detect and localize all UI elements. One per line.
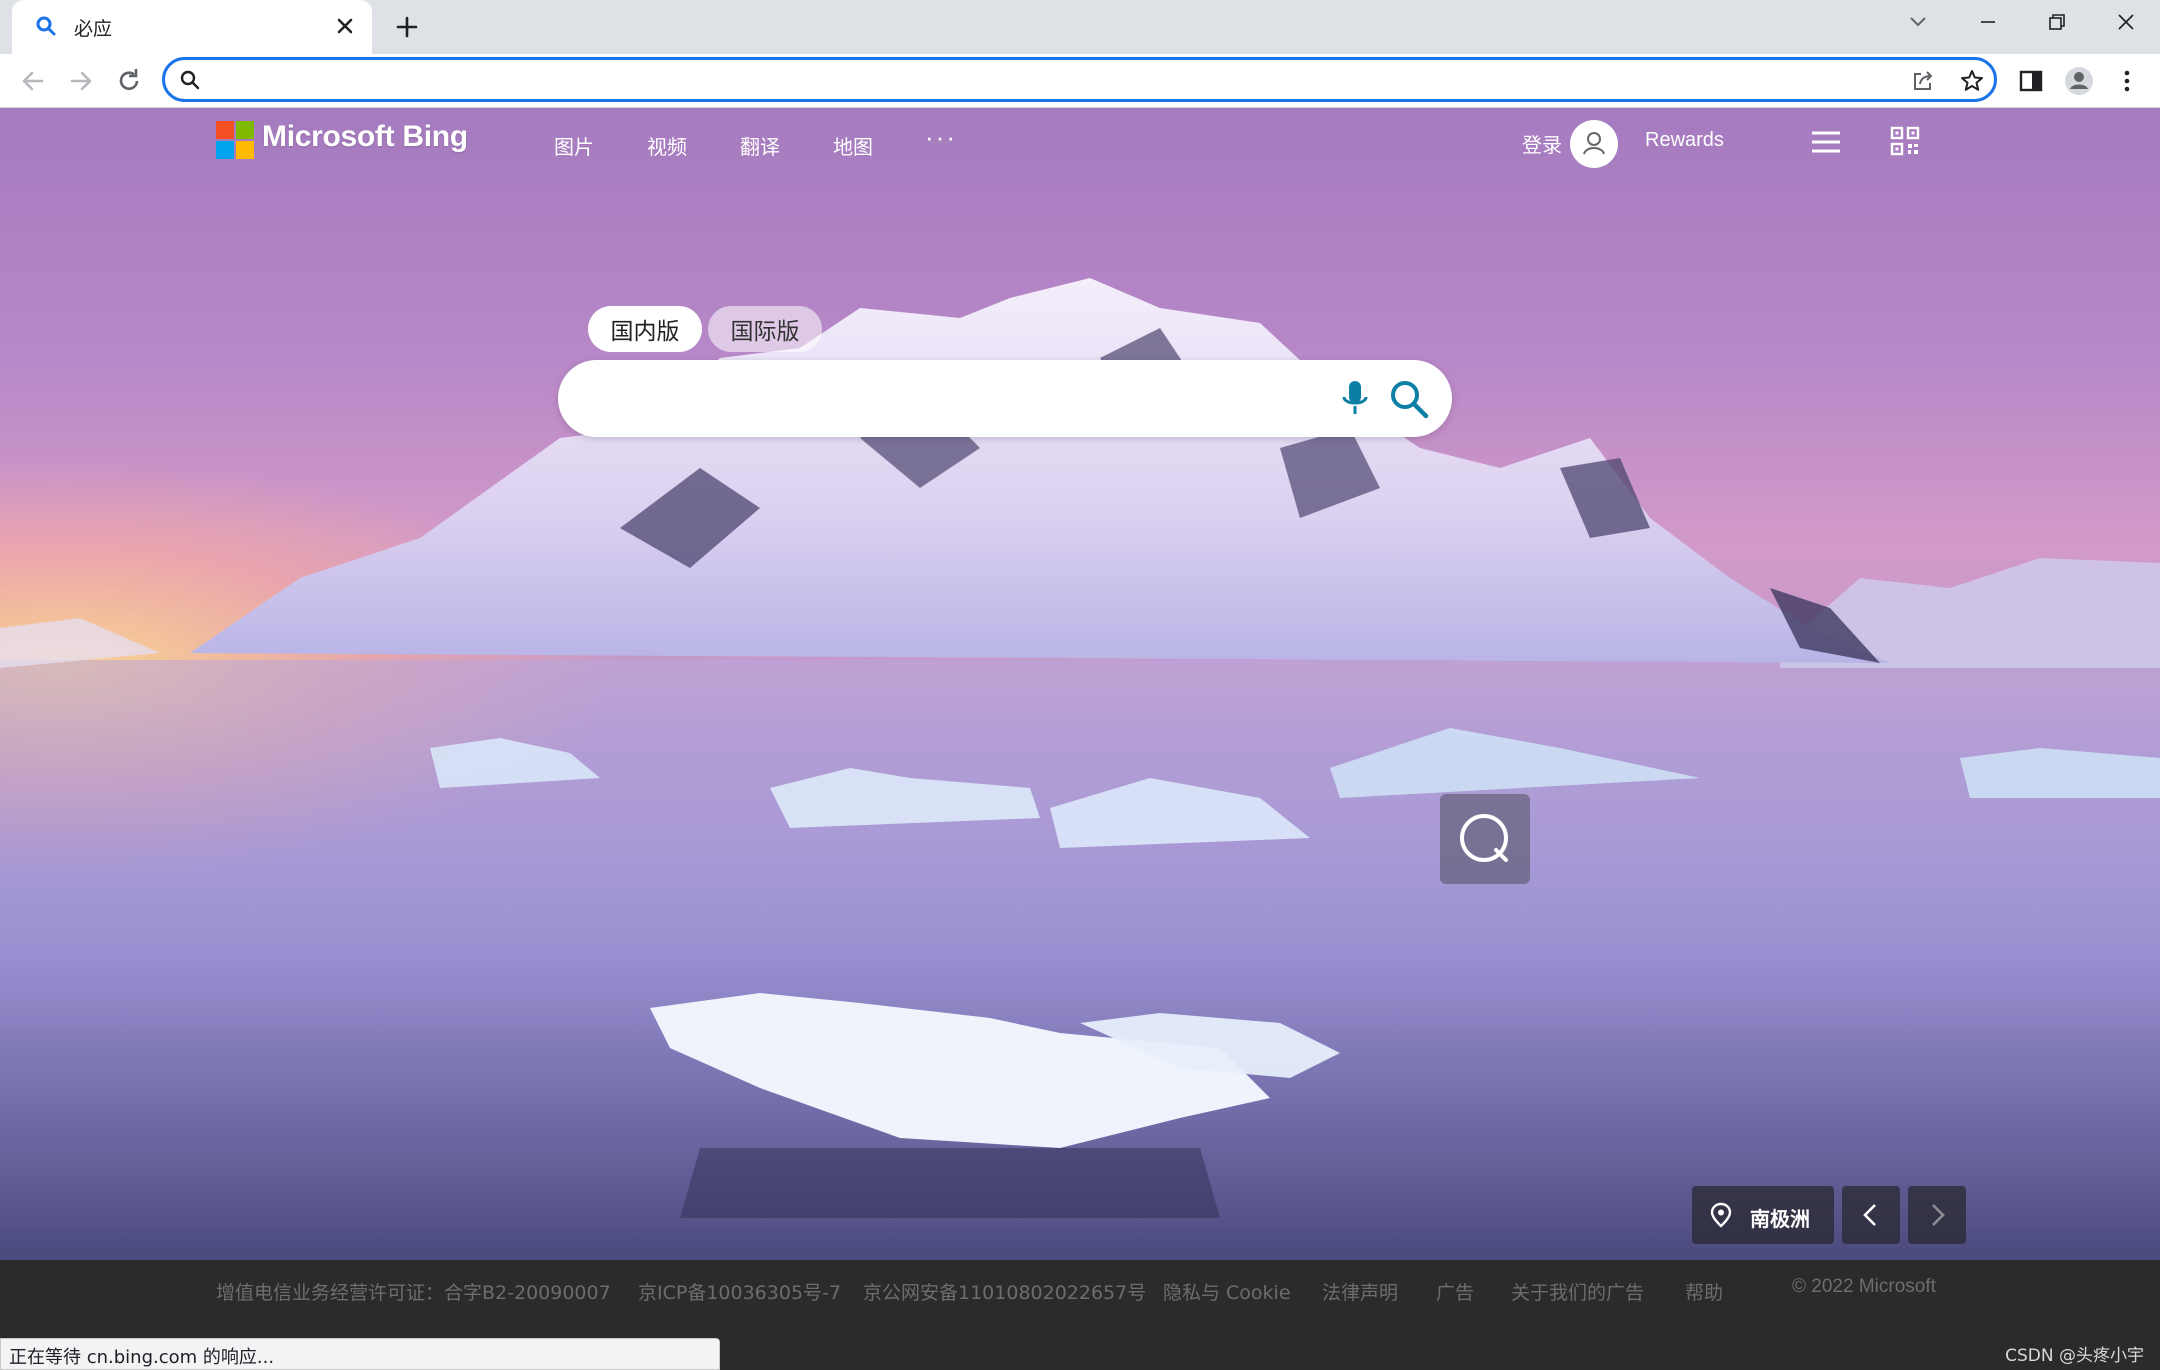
search-icon [180, 70, 200, 90]
location-pin-icon [1710, 1202, 1732, 1228]
side-panel-icon[interactable] [2014, 64, 2048, 98]
tab-domestic[interactable]: 国内版 [588, 306, 702, 352]
image-location-button[interactable]: 南极洲 [1692, 1186, 1834, 1244]
search-box [558, 360, 1452, 437]
background-landscape-image [0, 278, 2160, 1260]
watermark: CSDN @头疼小宇 [2005, 1346, 2144, 1366]
address-input[interactable] [213, 64, 1913, 96]
qr-code-icon[interactable] [1890, 126, 1920, 156]
user-icon [1583, 132, 1605, 155]
browser-tab[interactable]: 必应 [12, 0, 372, 54]
nav-images[interactable]: 图片 [554, 131, 594, 160]
footer-public-security-link[interactable]: 京公网安备11010802022657号 [863, 1278, 1146, 1305]
visual-search-icon [1460, 814, 1508, 862]
login-link[interactable]: 登录 [1522, 129, 1562, 158]
bookmark-star-icon[interactable] [1958, 67, 1986, 95]
status-bubble: 正在等待 cn.bing.com 的响应... [0, 1338, 720, 1370]
footer-legal-link[interactable]: 法律声明 [1322, 1278, 1398, 1305]
visual-search-button[interactable] [1440, 794, 1530, 884]
footer-help-link[interactable]: 帮助 [1685, 1278, 1723, 1305]
close-tab-icon[interactable] [330, 11, 360, 41]
next-image-button[interactable] [1908, 1186, 1966, 1244]
browser-toolbar [0, 54, 2160, 108]
nav-videos[interactable]: 视频 [647, 131, 687, 160]
rewards-link[interactable]: Rewards [1645, 129, 1724, 152]
menu-kebab-icon[interactable] [2110, 64, 2144, 98]
profile-avatar-icon[interactable] [2062, 64, 2096, 98]
search-input[interactable] [594, 378, 1334, 418]
chevron-right-icon [1932, 1204, 1945, 1226]
tab-search-chevron-icon[interactable] [1898, 6, 1938, 38]
footer-ads-link[interactable]: 广告 [1436, 1278, 1474, 1305]
forward-icon[interactable] [62, 62, 100, 100]
address-bar[interactable] [162, 57, 1997, 102]
footer-license-link[interactable]: 增值电信业务经营许可证：合字B2-20090007 [216, 1278, 611, 1305]
nav-translate[interactable]: 翻译 [740, 131, 780, 160]
tab-strip: 必应 [0, 0, 2160, 54]
search-button-icon[interactable] [1388, 378, 1430, 420]
tab-title: 必应 [74, 18, 113, 40]
hamburger-menu-icon[interactable] [1810, 128, 1842, 156]
microsoft-logo-icon[interactable] [216, 121, 254, 159]
chevron-left-icon [1863, 1204, 1876, 1226]
share-icon[interactable] [1909, 67, 1937, 95]
reload-icon[interactable] [110, 62, 148, 100]
previous-image-button[interactable] [1842, 1186, 1900, 1244]
nav-more-button[interactable]: ··· [925, 122, 957, 153]
image-location-label: 南极洲 [1750, 1207, 1810, 1231]
footer-privacy-link[interactable]: 隐私与 Cookie [1163, 1278, 1291, 1305]
restore-icon[interactable] [2036, 6, 2076, 38]
close-window-icon[interactable] [2106, 6, 2146, 38]
bing-homepage: Microsoft Bing 图片 视频 翻译 地图 ··· 登录 Reward… [0, 108, 2160, 1260]
user-avatar[interactable] [1570, 120, 1618, 168]
brand-name[interactable]: Microsoft Bing [262, 120, 468, 154]
footer-about-ads-link[interactable]: 关于我们的广告 [1511, 1278, 1644, 1305]
back-icon[interactable] [14, 62, 52, 100]
microphone-icon[interactable] [1336, 378, 1374, 418]
copyright: © 2022 Microsoft [1792, 1276, 1936, 1297]
page-footer: 增值电信业务经营许可证：合字B2-20090007 京ICP备10036305号… [0, 1260, 2160, 1336]
tab-international[interactable]: 国际版 [708, 306, 822, 352]
nav-maps[interactable]: 地图 [833, 131, 873, 160]
footer-icp-link[interactable]: 京ICP备10036305号-7 [638, 1278, 841, 1305]
bing-search-favicon-icon [36, 16, 56, 36]
minimize-icon[interactable] [1968, 6, 2008, 38]
new-tab-icon[interactable] [390, 10, 424, 44]
